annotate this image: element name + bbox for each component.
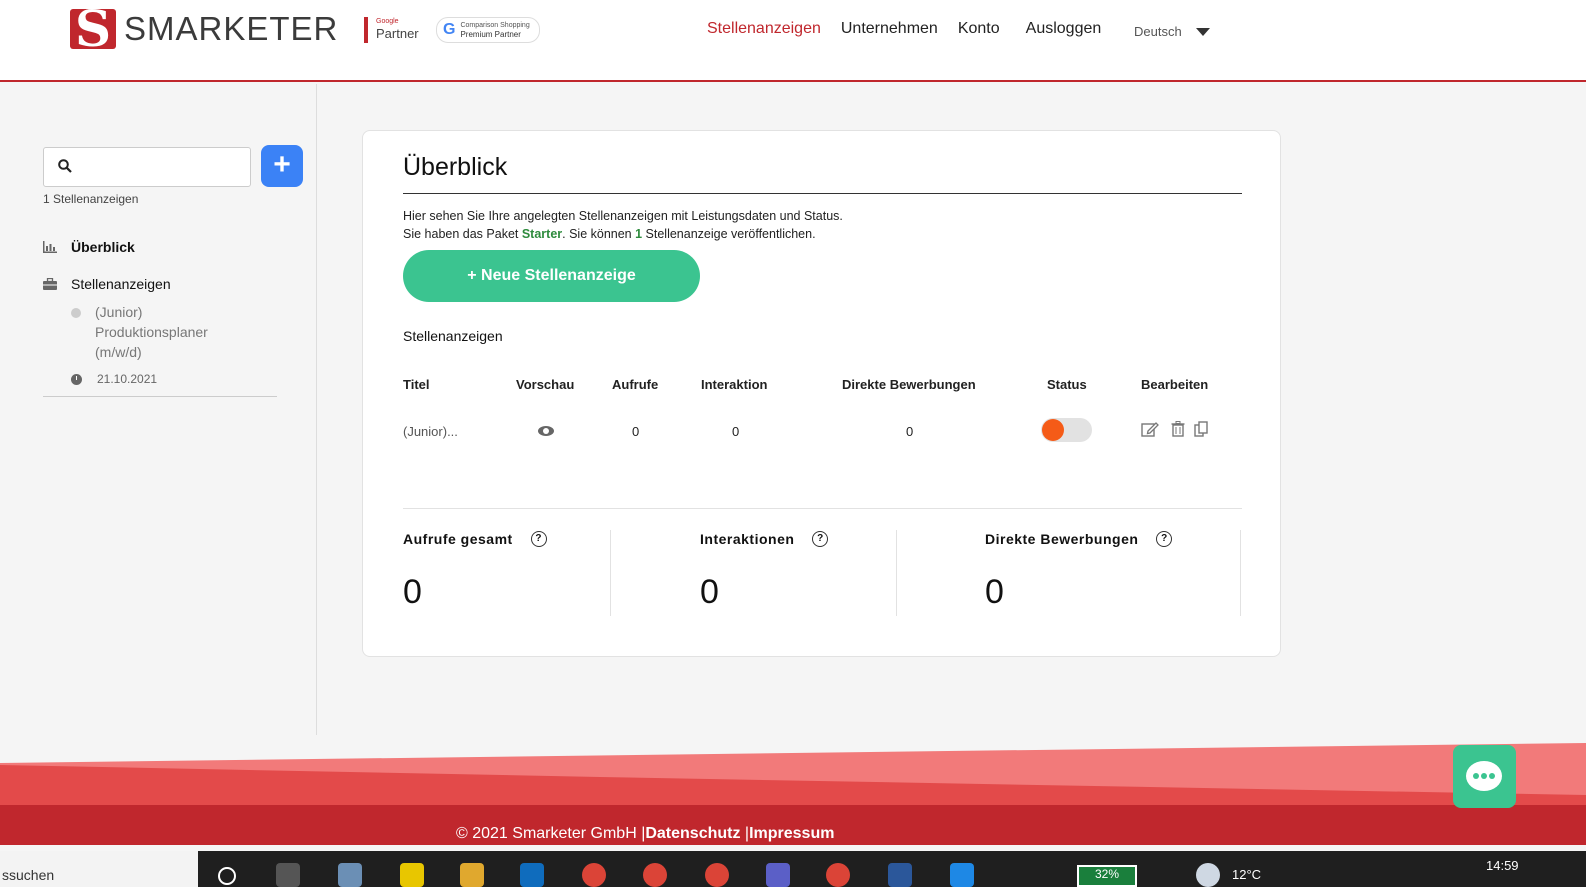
- col-header-interaktion: Interaktion: [701, 377, 768, 392]
- file-explorer-icon[interactable]: [460, 863, 484, 887]
- language-select[interactable]: Deutsch: [1134, 24, 1210, 39]
- col-header-bewerbungen: Direkte Bewerbungen: [842, 377, 976, 392]
- overview-description: Hier sehen Sie Ihre angelegten Stellenan…: [403, 209, 843, 241]
- battery-indicator[interactable]: 32%: [1077, 865, 1137, 887]
- footer-text: © 2021 Smarketer GmbH |Datenschutz |Impr…: [456, 825, 835, 842]
- help-icon[interactable]: ?: [1156, 531, 1173, 547]
- interaktion-cell: 0: [732, 424, 740, 439]
- nav-unternehmen[interactable]: Unternehmen: [841, 20, 938, 38]
- title-divider: [403, 193, 1242, 194]
- package-name: Starter: [521, 227, 563, 241]
- temperature: 12°C: [1232, 867, 1262, 882]
- sidebar-item-ueberblick[interactable]: Überblick: [43, 239, 135, 255]
- col-header-status: Status: [1047, 377, 1087, 392]
- smarketer-logo-icon: S: [70, 9, 116, 49]
- taskbar-search[interactable]: ssuchen: [0, 851, 198, 887]
- stat-separator: [1240, 530, 1241, 616]
- briefcase-icon: [43, 278, 57, 290]
- toggle-knob: [1042, 419, 1064, 441]
- weather-icon[interactable]: [1196, 863, 1220, 887]
- footer-link-datenschutz[interactable]: Datenschutz: [645, 825, 740, 842]
- calculator-icon[interactable]: [338, 863, 362, 887]
- chrome-icon[interactable]: [705, 863, 729, 887]
- stat-label-bewerbungen: Direkte Bewerbungen ?: [985, 531, 1173, 547]
- google-partner-badge: Google Partner: [364, 17, 419, 43]
- outlook-icon[interactable]: [520, 863, 544, 887]
- new-job-button[interactable]: + Neue Stellenanzeige: [403, 250, 700, 302]
- sidebar-item-stellenanzeigen[interactable]: Stellenanzeigen: [43, 276, 171, 292]
- aufrufe-cell: 0: [632, 424, 640, 439]
- stat-label-aufrufe: Aufrufe gesamt ?: [403, 531, 547, 547]
- status-toggle[interactable]: [1041, 418, 1092, 442]
- logo[interactable]: S SMARKETER: [70, 9, 338, 49]
- job-status-dot: [71, 308, 81, 318]
- stat-value-interaktionen: 0: [700, 573, 719, 611]
- nav-konto[interactable]: Konto: [958, 20, 1000, 38]
- nav-ausloggen[interactable]: Ausloggen: [1026, 20, 1102, 38]
- task-view-icon[interactable]: [276, 863, 300, 887]
- job-title-cell[interactable]: (Junior)...: [403, 424, 458, 439]
- photos-icon[interactable]: [950, 863, 974, 887]
- clock-time[interactable]: 14:59: [1486, 858, 1519, 873]
- clock-icon: [71, 373, 82, 385]
- bewerbungen-cell: 0: [906, 424, 914, 439]
- edit-icon[interactable]: [1141, 421, 1159, 438]
- chrome-icon[interactable]: [582, 863, 606, 887]
- word-icon[interactable]: [888, 863, 912, 887]
- col-header-titel: Titel: [403, 377, 430, 392]
- search-input[interactable]: [43, 147, 251, 187]
- footer-link-impressum[interactable]: Impressum: [749, 825, 834, 842]
- chat-bubble-icon: [1466, 761, 1502, 791]
- main-nav: Stellenanzeigen Unternehmen Konto Auslog…: [707, 20, 1121, 38]
- eye-icon[interactable]: [538, 426, 554, 436]
- col-header-aufrufe: Aufrufe: [612, 377, 659, 392]
- search-icon: [58, 159, 72, 173]
- col-header-bearbeiten: Bearbeiten: [1141, 377, 1209, 392]
- google-g-icon: G: [443, 21, 456, 38]
- search-icon[interactable]: [218, 867, 236, 885]
- col-header-vorschau: Vorschau: [516, 377, 575, 392]
- header: S SMARKETER Google Partner G Comparison …: [0, 0, 1586, 82]
- brand-name: SMARKETER: [124, 10, 339, 47]
- stat-value-aufrufe: 0: [403, 573, 422, 611]
- sidebar: + 1 Stellenanzeigen Überblick Stellenanz…: [0, 84, 317, 735]
- stat-separator: [610, 530, 611, 616]
- overview-card: Überblick Hier sehen Sie Ihre angelegten…: [362, 130, 1281, 657]
- help-icon[interactable]: ?: [812, 531, 829, 547]
- job-count: 1 Stellenanzeigen: [43, 192, 139, 206]
- sidebar-divider: [43, 396, 277, 397]
- add-job-button[interactable]: +: [261, 145, 303, 187]
- trash-icon[interactable]: [1171, 421, 1185, 437]
- teams-icon[interactable]: [766, 863, 790, 887]
- premium-partner-badge: G Comparison Shopping Premium Partner: [436, 17, 540, 43]
- nav-stellenanzeigen[interactable]: Stellenanzeigen: [707, 20, 821, 38]
- section-label: Stellenanzeigen: [403, 328, 503, 344]
- chrome-icon[interactable]: [643, 863, 667, 887]
- chart-icon: [43, 241, 57, 253]
- chevron-down-icon: [1195, 27, 1210, 36]
- sticky-notes-icon[interactable]: [400, 863, 424, 887]
- chrome-icon[interactable]: [826, 863, 850, 887]
- taskbar: ssuchen 32% 12°C 14:59: [0, 851, 1586, 887]
- page-title: Überblick: [403, 153, 508, 181]
- stat-separator: [896, 530, 897, 616]
- help-icon[interactable]: ?: [530, 531, 547, 547]
- sidebar-job-link[interactable]: (Junior) Produktionsplaner (m/w/d): [95, 302, 235, 362]
- stat-value-bewerbungen: 0: [985, 573, 1004, 611]
- stat-label-interaktionen: Interaktionen ?: [700, 531, 829, 547]
- job-date: 21.10.2021: [71, 372, 157, 386]
- stats-divider: [403, 508, 1242, 509]
- copy-icon[interactable]: [1194, 421, 1209, 437]
- chat-button[interactable]: [1453, 745, 1516, 808]
